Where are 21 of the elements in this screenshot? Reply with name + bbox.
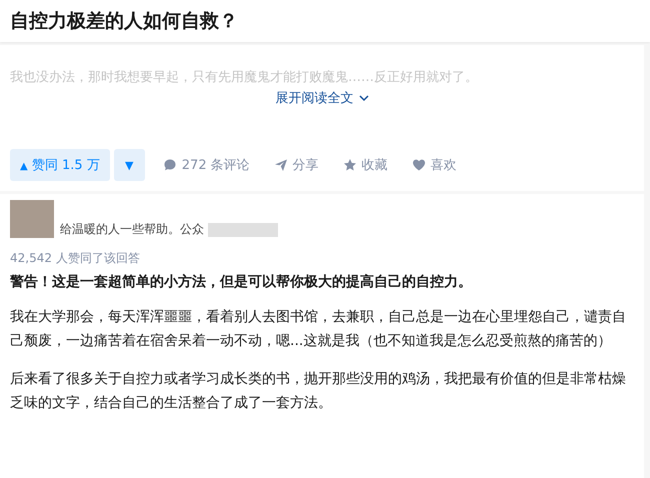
heart-icon <box>412 158 426 172</box>
downvote-button[interactable]: ▼ <box>114 149 145 181</box>
vote-count: 42,542 人赞同了该回答 <box>10 250 141 267</box>
like-button[interactable]: 喜欢 <box>412 156 457 174</box>
comment-button[interactable]: 272 条评论 <box>162 156 250 174</box>
upvote-button[interactable]: ▲ 赞同 1.5 万 <box>10 149 110 181</box>
chevron-down-icon <box>358 94 368 102</box>
speech-bubble-icon <box>162 158 177 172</box>
answer-excerpt: 我也没办法，那时我想要早起，只有先用魔鬼才能打败魔鬼……反正好用就对了。 <box>10 69 479 87</box>
expand-link[interactable]: 展开阅读全文 <box>276 89 368 107</box>
share-button[interactable]: 分享 <box>274 156 319 174</box>
paper-plane-icon <box>274 158 288 172</box>
avatar-placeholder <box>10 200 54 238</box>
question-title: 自控力极差的人如何自救？ <box>10 9 239 34</box>
author-bio: 给温暖的人一些帮助。公众 <box>60 221 204 238</box>
star-icon <box>342 158 357 172</box>
answer-paragraph: 我在大学那会，每天浑浑噩噩，看着别人去图书馆，去兼职，自己总是一边在心里埋怨自己，谴责自己颓废，一边痛苦着在宿舍呆着一动不动，嗯...这就是我（也不知道我是怎么忍受煎熬的痛苦的） <box>10 308 627 351</box>
blurred-placeholder <box>208 222 278 236</box>
answer-paragraph: 后来看了很多关于自控力或者学习成长类的书，抛开那些没用的鸡汤，我把最有价值的但是非常枯燥乏味的文字，结合自己的生活整合了成了一套方法。 <box>10 370 627 413</box>
answer-headline: 警告！这是一套超简单的小方法，但是可以帮你极大的提高自己的自控力。 <box>10 273 473 291</box>
favorite-button[interactable]: 收藏 <box>342 156 388 174</box>
